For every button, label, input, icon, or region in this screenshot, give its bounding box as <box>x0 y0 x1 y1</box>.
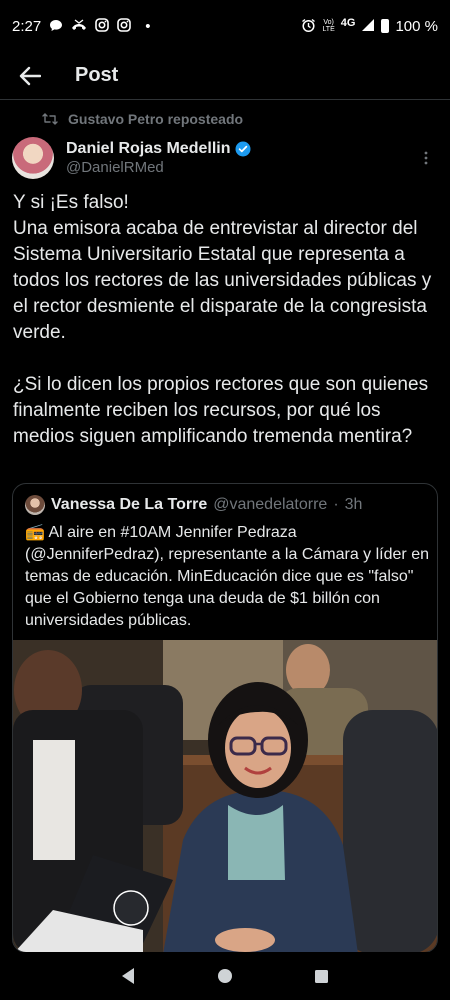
quoted-separator: · <box>333 496 339 513</box>
nav-back-icon <box>122 968 135 984</box>
nav-recents-icon <box>315 969 329 983</box>
repost-icon <box>42 113 58 125</box>
quoted-avatar <box>25 495 45 515</box>
quoted-tweet-photo[interactable] <box>13 640 438 953</box>
instagram-icon <box>95 18 110 34</box>
signal-icon <box>361 18 375 34</box>
chat-bubble-icon <box>49 19 63 34</box>
author-name[interactable]: Daniel Rojas Medellin <box>66 140 230 158</box>
back-button[interactable] <box>0 52 60 100</box>
instagram-icon <box>117 18 132 34</box>
tweet-author: Daniel Rojas Medellin @DanielRMed <box>12 135 438 181</box>
quoted-tweet-card[interactable]: Vanessa De La Torre @vanedelatorre · 3h … <box>12 483 438 953</box>
status-bar: 2:27 • Vo) LTE 4G 100 % <box>0 0 450 52</box>
page-title: Post <box>75 64 119 86</box>
system-navigation-bar <box>0 952 450 1000</box>
nav-back-button[interactable] <box>108 956 148 996</box>
missed-call-icon <box>71 19 87 33</box>
tweet-body: Y si ¡Es falso! Una emisora acaba de ent… <box>13 190 441 450</box>
status-dot: • <box>145 17 151 35</box>
volte-indicator: Vo) LTE <box>322 19 335 33</box>
tweet-paragraph: ¿Si lo dicen los propios rectores que so… <box>13 374 429 447</box>
quoted-tweet-text: 📻 Al aire en #10AM Jennifer Pedraza (@Je… <box>25 524 429 629</box>
tweet-paragraph: Y si ¡Es falso! Una emisora acaba de ent… <box>13 192 432 343</box>
quoted-tweet-header: Vanessa De La Torre @vanedelatorre · 3h <box>25 495 362 515</box>
verified-badge-icon <box>235 141 251 157</box>
avatar[interactable] <box>12 137 54 179</box>
battery-icon <box>381 19 390 33</box>
nav-home-button[interactable] <box>205 956 245 996</box>
author-handle[interactable]: @DanielRMed <box>66 159 251 176</box>
quoted-author-handle: @vanedelatorre <box>213 496 328 513</box>
quoted-timestamp: 3h <box>344 496 363 513</box>
nav-home-icon <box>217 969 232 983</box>
more-vertical-icon <box>424 151 428 165</box>
back-arrow-icon <box>19 66 41 85</box>
more-options-button[interactable] <box>414 146 438 170</box>
network-label: 4G <box>340 17 356 29</box>
battery-percent: 100 % <box>395 17 438 35</box>
quoted-author-name: Vanessa De La Torre <box>51 496 208 513</box>
repost-indicator[interactable]: Gustavo Petro reposteado <box>42 111 243 127</box>
nav-recents-button[interactable] <box>302 956 342 996</box>
repost-label: Gustavo Petro reposteado <box>68 111 244 127</box>
app-header: Post <box>0 52 450 100</box>
alarm-icon <box>301 18 316 35</box>
status-time: 2:27 <box>12 17 42 35</box>
